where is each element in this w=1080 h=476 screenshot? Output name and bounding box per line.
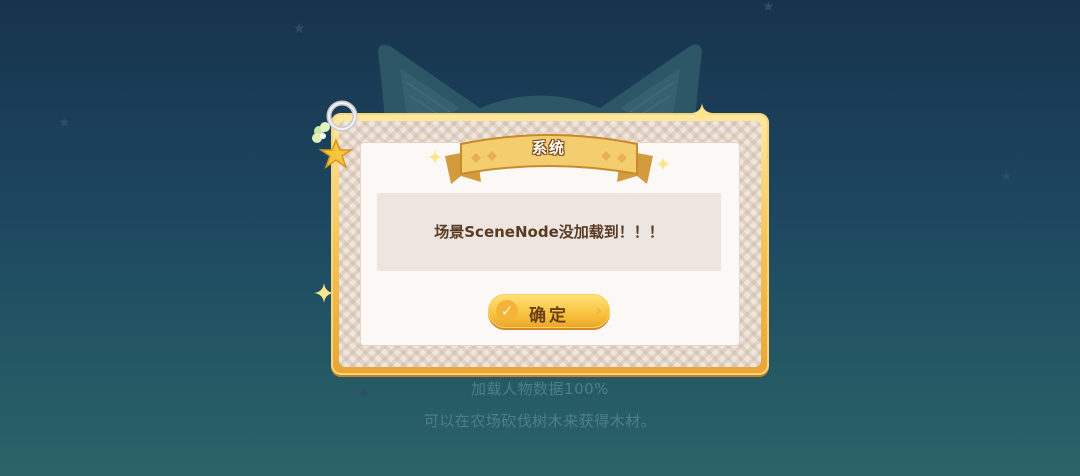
dialog-message: 场景SceneNode没加载到！！！ <box>434 223 664 241</box>
confirm-button-label: 确定 <box>529 306 569 326</box>
clover-icon <box>312 122 330 143</box>
ring-charm-icon <box>312 100 358 169</box>
loading-progress-text: 加载人物数据100% <box>471 380 609 398</box>
loading-tip-text: 可以在农场砍伐树木来获得木材。 <box>423 412 657 430</box>
confirm-button[interactable]: ✓ 确定 › <box>488 294 610 328</box>
bg-star-icon: ★ <box>1000 169 1013 185</box>
bg-star-icon: ★ <box>293 21 306 37</box>
sparkle-icon <box>314 283 334 303</box>
bg-star-icon: ★ <box>762 0 775 15</box>
arrow-right-icon: › <box>595 301 602 320</box>
dialog-title: 系统 <box>531 139 566 157</box>
sparkle-icon <box>428 150 442 164</box>
sparkle-icon <box>656 157 670 171</box>
bg-star-icon: ★ <box>58 115 71 131</box>
message-box: 场景SceneNode没加载到！！！ <box>377 193 721 271</box>
sparkle-icon <box>692 103 712 123</box>
